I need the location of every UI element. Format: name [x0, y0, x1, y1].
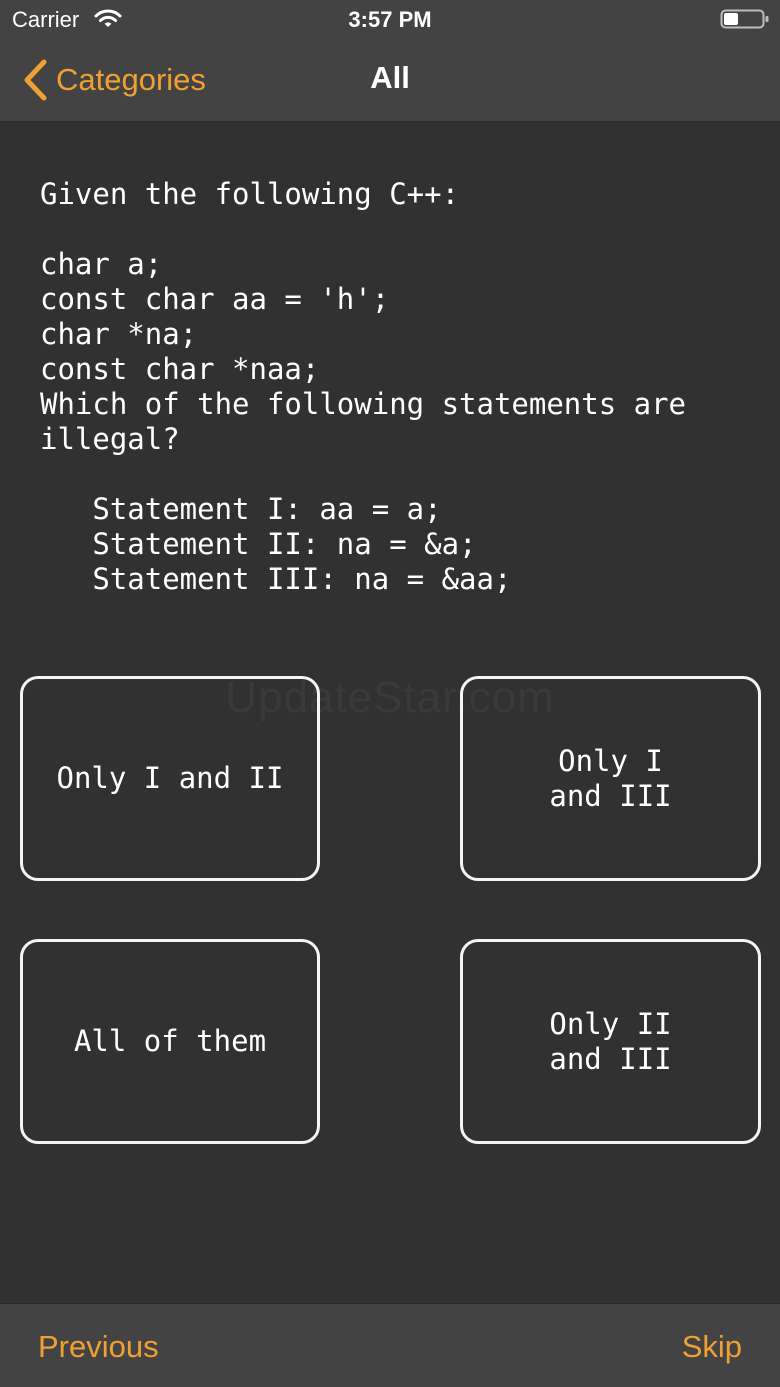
answer-option-2[interactable]: Only I and III	[460, 676, 761, 881]
answer-option-label: All of them	[73, 1024, 267, 1058]
status-bar: Carrier 3:57 PM	[0, 0, 780, 40]
answer-option-3[interactable]: All of them	[20, 939, 320, 1144]
battery-icon	[720, 9, 769, 29]
status-time: 3:57 PM	[348, 7, 432, 32]
skip-button[interactable]: Skip	[682, 1329, 742, 1365]
answer-option-label: Only I and III	[549, 743, 672, 813]
answer-option-label: Only I and II	[56, 761, 284, 795]
navigation-bar: Categories All	[0, 40, 780, 122]
question-text: Given the following C++: char a; const c…	[40, 177, 687, 596]
answer-option-1[interactable]: Only I and II	[20, 676, 320, 881]
quiz-screen: Carrier 3:57 PM Categories All Given the…	[0, 0, 780, 1387]
bottom-toolbar: Previous Skip	[0, 1303, 780, 1387]
previous-button[interactable]: Previous	[38, 1329, 159, 1365]
page-title: All	[370, 60, 410, 95]
answer-option-label: Only II and III	[549, 1006, 672, 1076]
answer-option-4[interactable]: Only II and III	[460, 939, 761, 1144]
